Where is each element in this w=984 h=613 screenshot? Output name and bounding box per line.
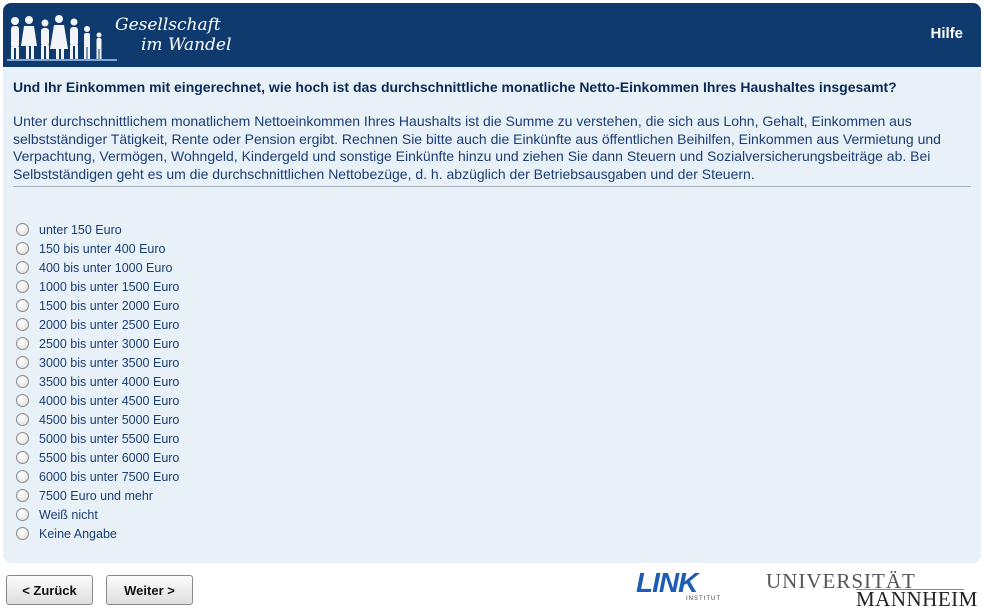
link-institut-logo: LINK INSTITUT [636,567,728,605]
answer-option-label: Weiß nicht [39,507,98,522]
radio-button[interactable] [16,489,29,502]
answer-option[interactable]: 1500 bis unter 2000 Euro [16,296,179,315]
radio-button[interactable] [16,394,29,407]
radio-button[interactable] [16,261,29,274]
universitaet-mannheim-logo: UNIVERSITÄT MANNHEIM [766,569,978,611]
answer-option[interactable]: 2500 bis unter 3000 Euro [16,334,179,353]
radio-button[interactable] [16,432,29,445]
survey-panel: Gesellschaft im Wandel Hilfe Und Ihr Ein… [3,3,981,563]
radio-button[interactable] [16,375,29,388]
answer-option-label: 4500 bis unter 5000 Euro [39,412,180,427]
next-button[interactable]: Weiter > [106,575,193,605]
answer-option[interactable]: 3500 bis unter 4000 Euro [16,372,179,391]
answer-options: unter 150 Euro 150 bis unter 400 Euro 40… [16,220,179,543]
back-button[interactable]: < Zurück [6,575,93,605]
answer-option[interactable]: 5000 bis unter 5500 Euro [16,429,179,448]
answer-option[interactable]: 6000 bis unter 7500 Euro [16,467,179,486]
radio-button[interactable] [16,299,29,312]
question-description: Unter durchschnittlichem monatlichem Net… [13,113,941,182]
radio-button[interactable] [16,356,29,369]
radio-button[interactable] [16,413,29,426]
radio-button[interactable] [16,318,29,331]
answer-option-label: 3500 bis unter 4000 Euro [39,374,180,389]
answer-option[interactable]: 4500 bis unter 5000 Euro [16,410,179,429]
answer-option-label: 7500 Euro und mehr [39,488,153,503]
radio-button[interactable] [16,242,29,255]
answer-option[interactable]: Keine Angabe [16,524,179,543]
answer-option[interactable]: 1000 bis unter 1500 Euro [16,277,179,296]
uni-logo-line2: MANNHEIM [856,587,978,611]
answer-option-label: 2000 bis unter 2500 Euro [39,317,180,332]
answer-option[interactable]: 400 bis unter 1000 Euro [16,258,179,277]
answer-option-label: 1500 bis unter 2000 Euro [39,298,180,313]
people-silhouette-icon [7,15,117,61]
radio-button[interactable] [16,280,29,293]
answer-option[interactable]: 4000 bis unter 4500 Euro [16,391,179,410]
answer-option[interactable]: 7500 Euro und mehr [16,486,179,505]
answer-option-label: 4000 bis unter 4500 Euro [39,393,180,408]
answer-option-label: Keine Angabe [39,526,117,541]
radio-button[interactable] [16,527,29,540]
answer-option-label: 1000 bis unter 1500 Euro [39,279,180,294]
answer-option-label: 400 bis unter 1000 Euro [39,260,173,275]
gesellschaft-im-wandel-logo: Gesellschaft im Wandel [7,11,247,63]
answer-option-label: 3000 bis unter 3500 Euro [39,355,180,370]
answer-option[interactable]: Weiß nicht [16,505,179,524]
answer-option-label: unter 150 Euro [39,222,122,237]
answer-option-label: 6000 bis unter 7500 Euro [39,469,180,484]
radio-button[interactable] [16,223,29,236]
radio-button[interactable] [16,508,29,521]
answer-option[interactable]: 5500 bis unter 6000 Euro [16,448,179,467]
answer-option-label: 2500 bis unter 3000 Euro [39,336,180,351]
link-logo-subtitle: INSTITUT [686,596,721,602]
answer-option[interactable]: 150 bis unter 400 Euro [16,239,179,258]
logo-title-line2: im Wandel [141,35,232,55]
radio-button[interactable] [16,470,29,483]
answer-option-label: 150 bis unter 400 Euro [39,241,166,256]
radio-button[interactable] [16,451,29,464]
help-link[interactable]: Hilfe [930,25,963,42]
answer-option[interactable]: 3000 bis unter 3500 Euro [16,353,179,372]
logo-title-line1: Gesellschaft [115,15,221,35]
link-logo-text: LINK [636,567,698,598]
divider [13,186,971,187]
answer-option-label: 5500 bis unter 6000 Euro [39,450,180,465]
answer-option[interactable]: 2000 bis unter 2500 Euro [16,315,179,334]
question-title: Und Ihr Einkommen mit eingerechnet, wie … [13,79,897,95]
answer-option[interactable]: unter 150 Euro [16,220,179,239]
answer-option-label: 5000 bis unter 5500 Euro [39,431,180,446]
header-bar: Gesellschaft im Wandel Hilfe [3,3,981,67]
radio-button[interactable] [16,337,29,350]
